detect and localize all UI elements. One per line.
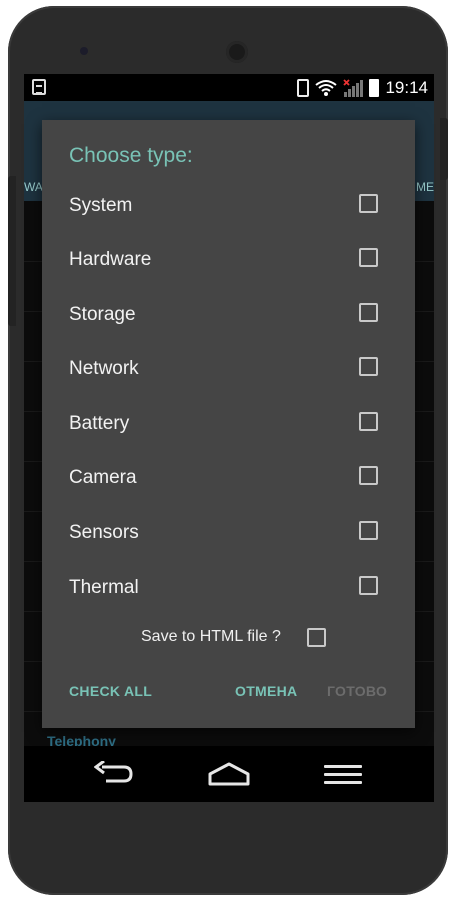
signal-icon (343, 79, 364, 97)
status-bar: 19:14 (24, 74, 434, 101)
dialog-title: Choose type: (69, 144, 193, 167)
earpiece-speaker (226, 41, 248, 63)
checkbox[interactable] (359, 521, 378, 540)
home-icon[interactable] (207, 762, 251, 786)
cancel-button[interactable]: ОТМЕНА (235, 683, 297, 699)
clipboard-icon (32, 79, 46, 95)
option-sensors[interactable]: Sensors (42, 508, 415, 562)
checkbox[interactable] (359, 248, 378, 267)
option-label: Thermal (69, 577, 139, 598)
option-label: Camera (69, 467, 137, 488)
back-icon[interactable] (94, 761, 134, 787)
option-thermal[interactable]: Thermal (42, 563, 415, 617)
option-camera[interactable]: Camera (42, 453, 415, 507)
option-label: Battery (69, 413, 130, 434)
tab-peek-right[interactable]: ME (416, 180, 434, 194)
battery-icon (369, 79, 380, 97)
option-network[interactable]: Network (42, 344, 415, 398)
save-to-html-checkbox[interactable] (307, 628, 326, 647)
choose-type-dialog: Choose type: System Hardware Storage Net… (42, 120, 415, 728)
tab-peek-left[interactable]: WA (24, 180, 43, 194)
wifi-icon (315, 80, 338, 96)
option-label: Hardware (69, 249, 152, 270)
option-label: System (69, 195, 133, 216)
option-storage[interactable]: Storage (42, 290, 415, 344)
checkbox[interactable] (359, 412, 378, 431)
option-label: Storage (69, 304, 136, 325)
option-hardware[interactable]: Hardware (42, 235, 415, 289)
save-to-html-label: Save to HTML file ? (141, 628, 281, 645)
checkbox[interactable] (359, 194, 378, 213)
check-all-button[interactable]: CHECK ALL (69, 683, 152, 699)
checkbox[interactable] (359, 357, 378, 376)
checkbox[interactable] (359, 303, 378, 322)
status-time: 19:14 (385, 78, 428, 97)
navigation-bar (24, 746, 434, 802)
save-to-html-row[interactable]: Save to HTML file ? (42, 623, 415, 653)
done-button[interactable]: ГОТОВО (327, 683, 387, 699)
front-camera (80, 47, 88, 55)
power-button (440, 118, 448, 180)
checkbox[interactable] (359, 576, 378, 595)
option-label: Network (69, 358, 139, 379)
status-icons: 19:14 (297, 77, 428, 99)
checkbox[interactable] (359, 466, 378, 485)
volume-button (8, 176, 16, 326)
option-label: Sensors (69, 522, 139, 543)
recent-apps-icon[interactable] (324, 765, 362, 785)
rotation-lock-icon (297, 79, 310, 97)
option-system[interactable]: System (42, 181, 415, 235)
option-battery[interactable]: Battery (42, 399, 415, 453)
